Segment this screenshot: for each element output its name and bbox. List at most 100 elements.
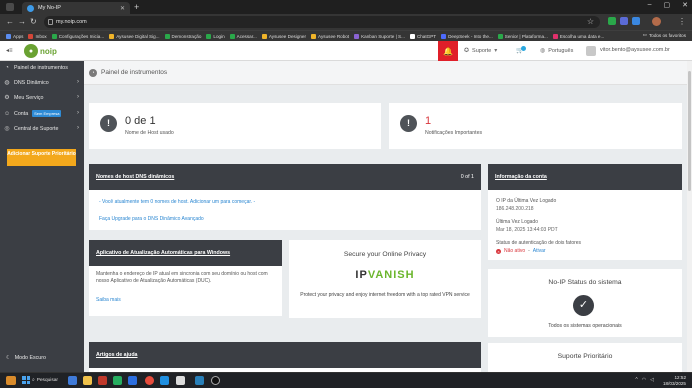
user-avatar[interactable] (586, 46, 596, 56)
reload-icon[interactable]: ↻ (30, 16, 37, 27)
search-icon: ⌕ (32, 378, 35, 383)
browser-tab[interactable]: My No-IP ✕ (22, 2, 130, 14)
back-icon[interactable]: ← (6, 16, 14, 27)
chrome-icon[interactable] (145, 376, 154, 385)
extension-icon[interactable] (620, 17, 628, 25)
media-icon[interactable] (211, 376, 220, 385)
app-icon[interactable] (113, 376, 122, 385)
app-icon[interactable] (176, 376, 185, 385)
app-icon[interactable] (128, 376, 137, 385)
add-hostname-link[interactable]: - Você atualmente tem 0 nomes de host. A… (99, 199, 255, 205)
extension-icon[interactable] (608, 17, 616, 25)
windows-start-icon[interactable] (22, 376, 30, 384)
hostnames-used-label: Nome de Host usado (125, 130, 174, 136)
collapse-sidebar-icon[interactable]: ◂≡ (6, 47, 13, 54)
notifications-bell-icon[interactable]: 🔔 (438, 41, 458, 61)
dns-card-title[interactable]: Nomes de host DNS dinâmicos (96, 174, 174, 180)
bookmark-item[interactable]: Kanban Suporte | S... (354, 33, 405, 39)
bookmark-item[interactable]: DeepSeek - Into the... (441, 33, 493, 39)
wifi-icon[interactable]: ◠ (642, 377, 646, 383)
forward-icon[interactable]: → (18, 16, 26, 27)
volume-icon[interactable]: ◁ (650, 377, 654, 383)
bookmark-item[interactable]: Aysusee Robot (311, 33, 349, 39)
browser-menu-icon[interactable]: ⋮ (678, 16, 686, 27)
sidebar-item-label: Meu Serviço (14, 94, 44, 101)
url-input[interactable]: my.noip.com ☆ (44, 16, 600, 28)
profile-avatar[interactable] (652, 17, 661, 26)
close-window-icon[interactable]: ✕ (682, 1, 688, 9)
close-tab-icon[interactable]: ✕ (120, 5, 125, 12)
clock[interactable]: 12:52 18/03/2025 (663, 375, 686, 387)
main-content: ◔ Painel de instrumentos ! 0 de 1 Nome d… (84, 61, 692, 372)
bookmark-item[interactable]: Aysusee Designer (261, 33, 306, 39)
upgrade-dns-link[interactable]: Faça Upgrade para o DNS Dinâmico Avançad… (99, 216, 204, 222)
bookmark-favicon-icon (311, 33, 317, 39)
page-scrollbar[interactable] (687, 61, 692, 372)
notifications-stat-card[interactable]: ! 1 Notificações Importantes (389, 103, 682, 149)
learn-more-link[interactable]: Saiba mais (96, 297, 121, 303)
hostnames-stat-card[interactable]: ! 0 de 1 Nome de Host usado (89, 103, 381, 149)
user-menu[interactable]: vitor.bento@aysusee.com.br (600, 47, 670, 53)
minimize-icon[interactable]: – (648, 1, 652, 9)
file-explorer-icon[interactable] (83, 376, 92, 385)
all-bookmarks[interactable]: ▭ Todos os favoritos (643, 32, 686, 38)
new-tab-button[interactable]: + (134, 2, 139, 12)
bookmark-star-icon[interactable]: ☆ (587, 17, 594, 26)
task-view-icon[interactable] (68, 376, 77, 385)
scrollbar-thumb[interactable] (688, 71, 691, 191)
app-header: ◂≡ ● noip 🔔 ✪ Suporte ▾ 🛒 ◍ Português vi… (0, 41, 692, 61)
language-selector[interactable]: ◍ Português (540, 47, 573, 55)
bookmark-favicon-icon (229, 33, 235, 39)
globe-icon: ◍ (540, 48, 546, 54)
app-icon[interactable] (195, 376, 204, 385)
support-menu[interactable]: ✪ Suporte ▾ (464, 47, 497, 55)
ad-title: Secure your Online Privacy (343, 251, 427, 258)
chevron-right-icon: › (77, 94, 79, 100)
maximize-icon[interactable]: ▢ (664, 1, 671, 9)
bookmark-item[interactable]: Acessar... (229, 33, 257, 39)
extension-icon[interactable] (632, 17, 640, 25)
sidebar-item-painel-de-instrumentos[interactable]: ◔ Painel de instrumentos (0, 61, 84, 74)
sidebar-item-dns-din-mico[interactable]: ◍ DNS Dinâmico › (0, 76, 84, 89)
edge-icon[interactable] (160, 376, 169, 385)
account-card-title[interactable]: Informação da conta (495, 174, 547, 180)
hostnames-used-value: 0 de 1 (125, 115, 156, 127)
support-icon: ✪ (464, 48, 470, 54)
taskbar-search[interactable]: ⌕ Pesquisar (32, 376, 62, 386)
add-priority-support-button[interactable]: Adicionar Suporte Prioritário (7, 149, 76, 166)
weather-icon[interactable] (6, 376, 16, 385)
bookmark-item[interactable]: Demonstração (164, 33, 201, 39)
bookmark-item[interactable]: Senior | Plataforma... (497, 33, 548, 39)
bookmark-favicon-icon (354, 33, 360, 39)
duc-card-title[interactable]: Aplicativo de Atualização Automáticas pa… (96, 250, 230, 256)
folder-icon: ▭ (642, 32, 647, 37)
enable-2fa-link[interactable]: Ativar (533, 248, 546, 254)
dashboard-icon: ◔ (89, 69, 97, 77)
system-status-title: No-IP Status do sistema (548, 279, 622, 286)
chevron-up-icon[interactable]: ^ (635, 377, 637, 383)
dns-card-header: Nomes de host DNS dinâmicos 0 of 1 (89, 164, 481, 190)
chevron-right-icon: › (77, 125, 79, 131)
bookmark-item[interactable]: Configurações Inicia... (51, 33, 104, 39)
app-icon[interactable] (98, 376, 107, 385)
duc-description: Mantenha o endereço de IP atual em sincr… (96, 271, 268, 284)
gear-icon: ⚙ (4, 95, 10, 101)
bookmark-item[interactable]: Apps (6, 33, 23, 39)
help-card-title[interactable]: Artigos de ajuda (96, 352, 138, 358)
dark-mode-toggle[interactable]: ☾ Modo Escuro (6, 355, 46, 361)
sidebar-item-conta[interactable]: ☺ Conta Sem Empresa › (0, 107, 84, 120)
logo-mark: ● (24, 44, 38, 58)
exclamation-icon: ! (100, 115, 117, 132)
noip-logo[interactable]: ● noip (24, 44, 57, 58)
bookmark-item[interactable]: Inbox (28, 33, 47, 39)
bookmark-item[interactable]: Escolha uma data e... (552, 33, 604, 39)
bookmark-item[interactable]: Aysusee Digital Sig... (109, 33, 160, 39)
sidebar-item-central-de-suporte[interactable]: ◎ Central de Suporte › (0, 122, 84, 135)
account-badge: Sem Empresa (32, 110, 62, 117)
site-info-icon[interactable] (48, 19, 53, 25)
tab-search-icon[interactable] (6, 3, 14, 11)
bookmark-item[interactable]: Login (206, 33, 225, 39)
ipvanish-ad-card[interactable]: Secure your Online Privacy IPVANISH Prot… (289, 240, 481, 318)
sidebar-item-meu-servi-o[interactable]: ⚙ Meu Serviço › (0, 91, 84, 104)
bookmark-item[interactable]: ChatGPT (409, 33, 436, 39)
